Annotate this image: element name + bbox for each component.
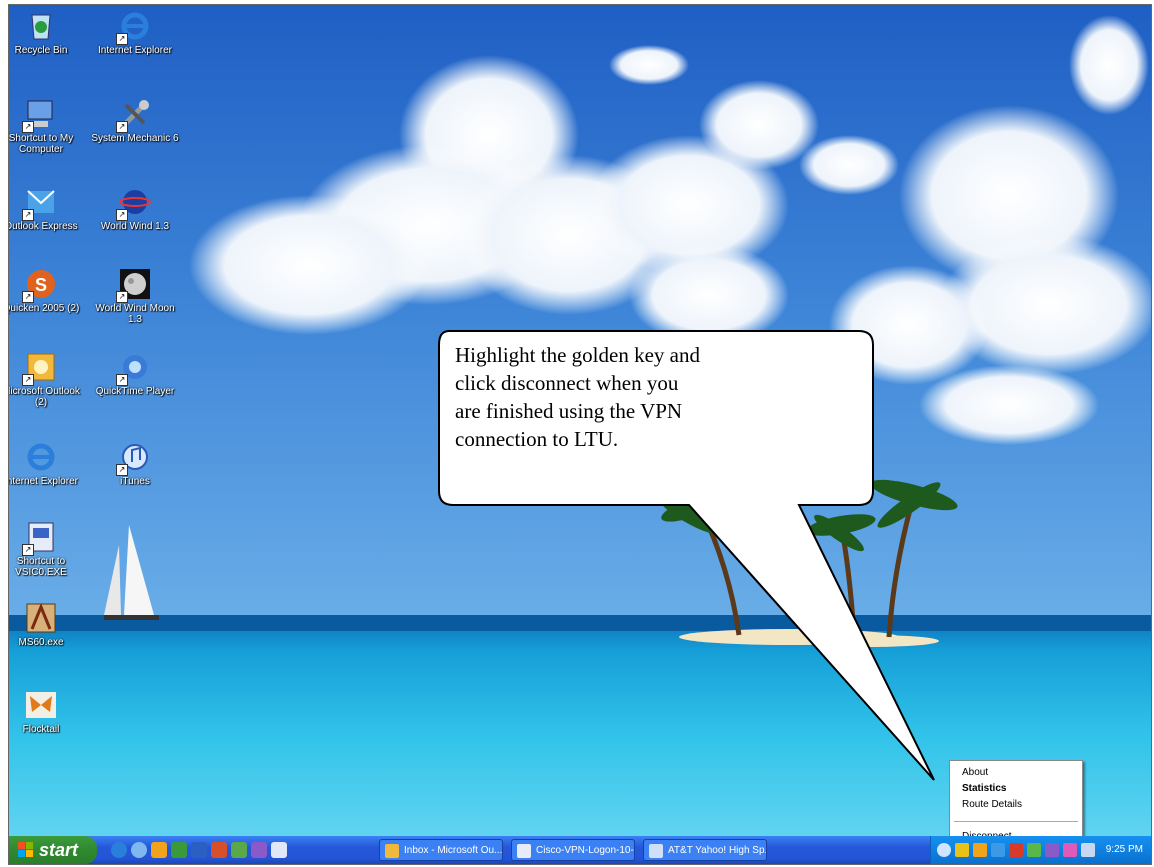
start-label: start <box>39 840 79 860</box>
quicklaunch-onenote-icon[interactable] <box>251 842 267 858</box>
quicklaunch-app-icon[interactable] <box>231 842 247 858</box>
start-button[interactable]: start <box>9 836 97 864</box>
quicklaunch-excel-icon[interactable] <box>171 842 187 858</box>
document-task-icon <box>517 844 531 858</box>
quicklaunch-notepad-icon[interactable] <box>271 842 287 858</box>
tray-app-icon-2[interactable] <box>991 843 1005 857</box>
taskbar: start Inbox - Microsoft Ou... Cisco-VPN-… <box>9 836 1151 864</box>
browser-task-icon <box>649 844 663 858</box>
quicklaunch-browser-icon[interactable] <box>131 842 147 858</box>
golden-key-vpn-icon[interactable] <box>955 843 969 857</box>
menu-item-statistics[interactable]: Statistics <box>962 783 1006 794</box>
tray-app-icon-5[interactable] <box>1045 843 1059 857</box>
quicklaunch-word-icon[interactable] <box>191 842 207 858</box>
menu-separator <box>954 821 1078 822</box>
menu-item-about[interactable]: About <box>962 767 988 778</box>
quicklaunch-outlook-icon[interactable] <box>151 842 167 858</box>
tray-network-icon[interactable] <box>937 843 951 857</box>
callout-line-4: connection to LTU. <box>455 427 619 451</box>
quicklaunch-ie-icon[interactable] <box>111 842 127 858</box>
task-button-inbox[interactable]: Inbox - Microsoft Ou... <box>379 839 503 861</box>
desktop-screen: Recycle Bin ↗ Shortcut to My Computer ↗ … <box>8 4 1152 865</box>
task-button-cisco-vpn[interactable]: Cisco-VPN-Logon-10-... <box>511 839 635 861</box>
taskbar-clock[interactable]: 9:25 PM <box>1106 836 1143 864</box>
callout-line-2: click disconnect when you <box>455 371 679 395</box>
outlook-task-icon <box>385 844 399 858</box>
callout-line-3: are finished using the VPN <box>455 399 683 423</box>
tray-app-icon-3[interactable] <box>1009 843 1023 857</box>
windows-logo-icon <box>18 842 33 857</box>
tray-volume-icon[interactable] <box>1081 843 1095 857</box>
callout-line-1: Highlight the golden key and <box>455 343 700 367</box>
tray-app-icon-4[interactable] <box>1027 843 1041 857</box>
tray-app-icon-6[interactable] <box>1063 843 1077 857</box>
task-button-att-yahoo[interactable]: AT&T Yahoo! High Sp... <box>643 839 767 861</box>
tray-app-icon-1[interactable] <box>973 843 987 857</box>
callout-text: Highlight the golden key and click disco… <box>455 341 855 453</box>
quicklaunch-powerpoint-icon[interactable] <box>211 842 227 858</box>
menu-item-route-details[interactable]: Route Details <box>962 799 1022 810</box>
system-tray: 9:25 PM <box>930 836 1151 864</box>
